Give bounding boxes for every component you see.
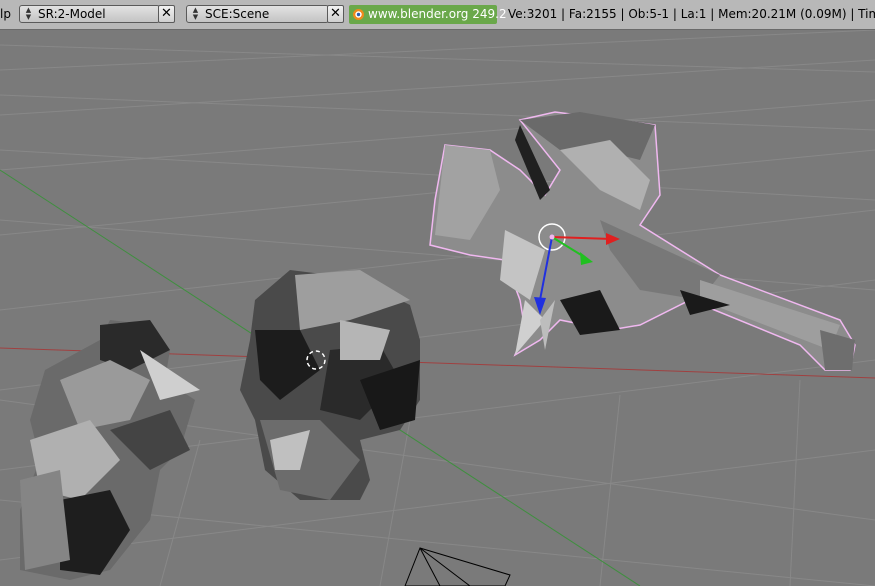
website-link[interactable]: www.blender.org 249.2	[349, 5, 507, 24]
character-mesh-middle[interactable]	[240, 270, 420, 500]
blender-logo-icon	[353, 9, 364, 20]
header-bar: lp ▲ ▼ SR:2-Model ✕ ▲ ▼ SCE:Scene ✕ www.bl…	[0, 0, 875, 30]
3d-viewport[interactable]	[0, 30, 875, 586]
selected-weapon-mesh[interactable]	[429, 111, 856, 371]
menu-stub[interactable]: lp	[0, 7, 11, 21]
website-text: www.blender.org 249.2	[368, 7, 507, 21]
scene-stats: Ve:3201 | Fa:2155 | Ob:5-1 | La:1 | Mem:…	[508, 7, 875, 21]
camera-object[interactable]	[404, 547, 511, 586]
screen-selector[interactable]: ▲ ▼ SR:2-Model	[19, 5, 160, 23]
close-icon[interactable]: ✕	[158, 5, 175, 23]
viewport-canvas[interactable]	[0, 30, 875, 586]
scene-selector[interactable]: ▲ ▼ SCE:Scene	[186, 5, 329, 23]
up-down-arrows-icon[interactable]: ▲ ▼	[191, 7, 200, 21]
scene-selector-label: SCE:Scene	[205, 7, 270, 21]
close-icon[interactable]: ✕	[327, 5, 344, 23]
character-mesh-left[interactable]	[20, 320, 200, 580]
up-down-arrows-icon[interactable]: ▲ ▼	[24, 7, 33, 21]
screen-selector-label: SR:2-Model	[38, 7, 106, 21]
